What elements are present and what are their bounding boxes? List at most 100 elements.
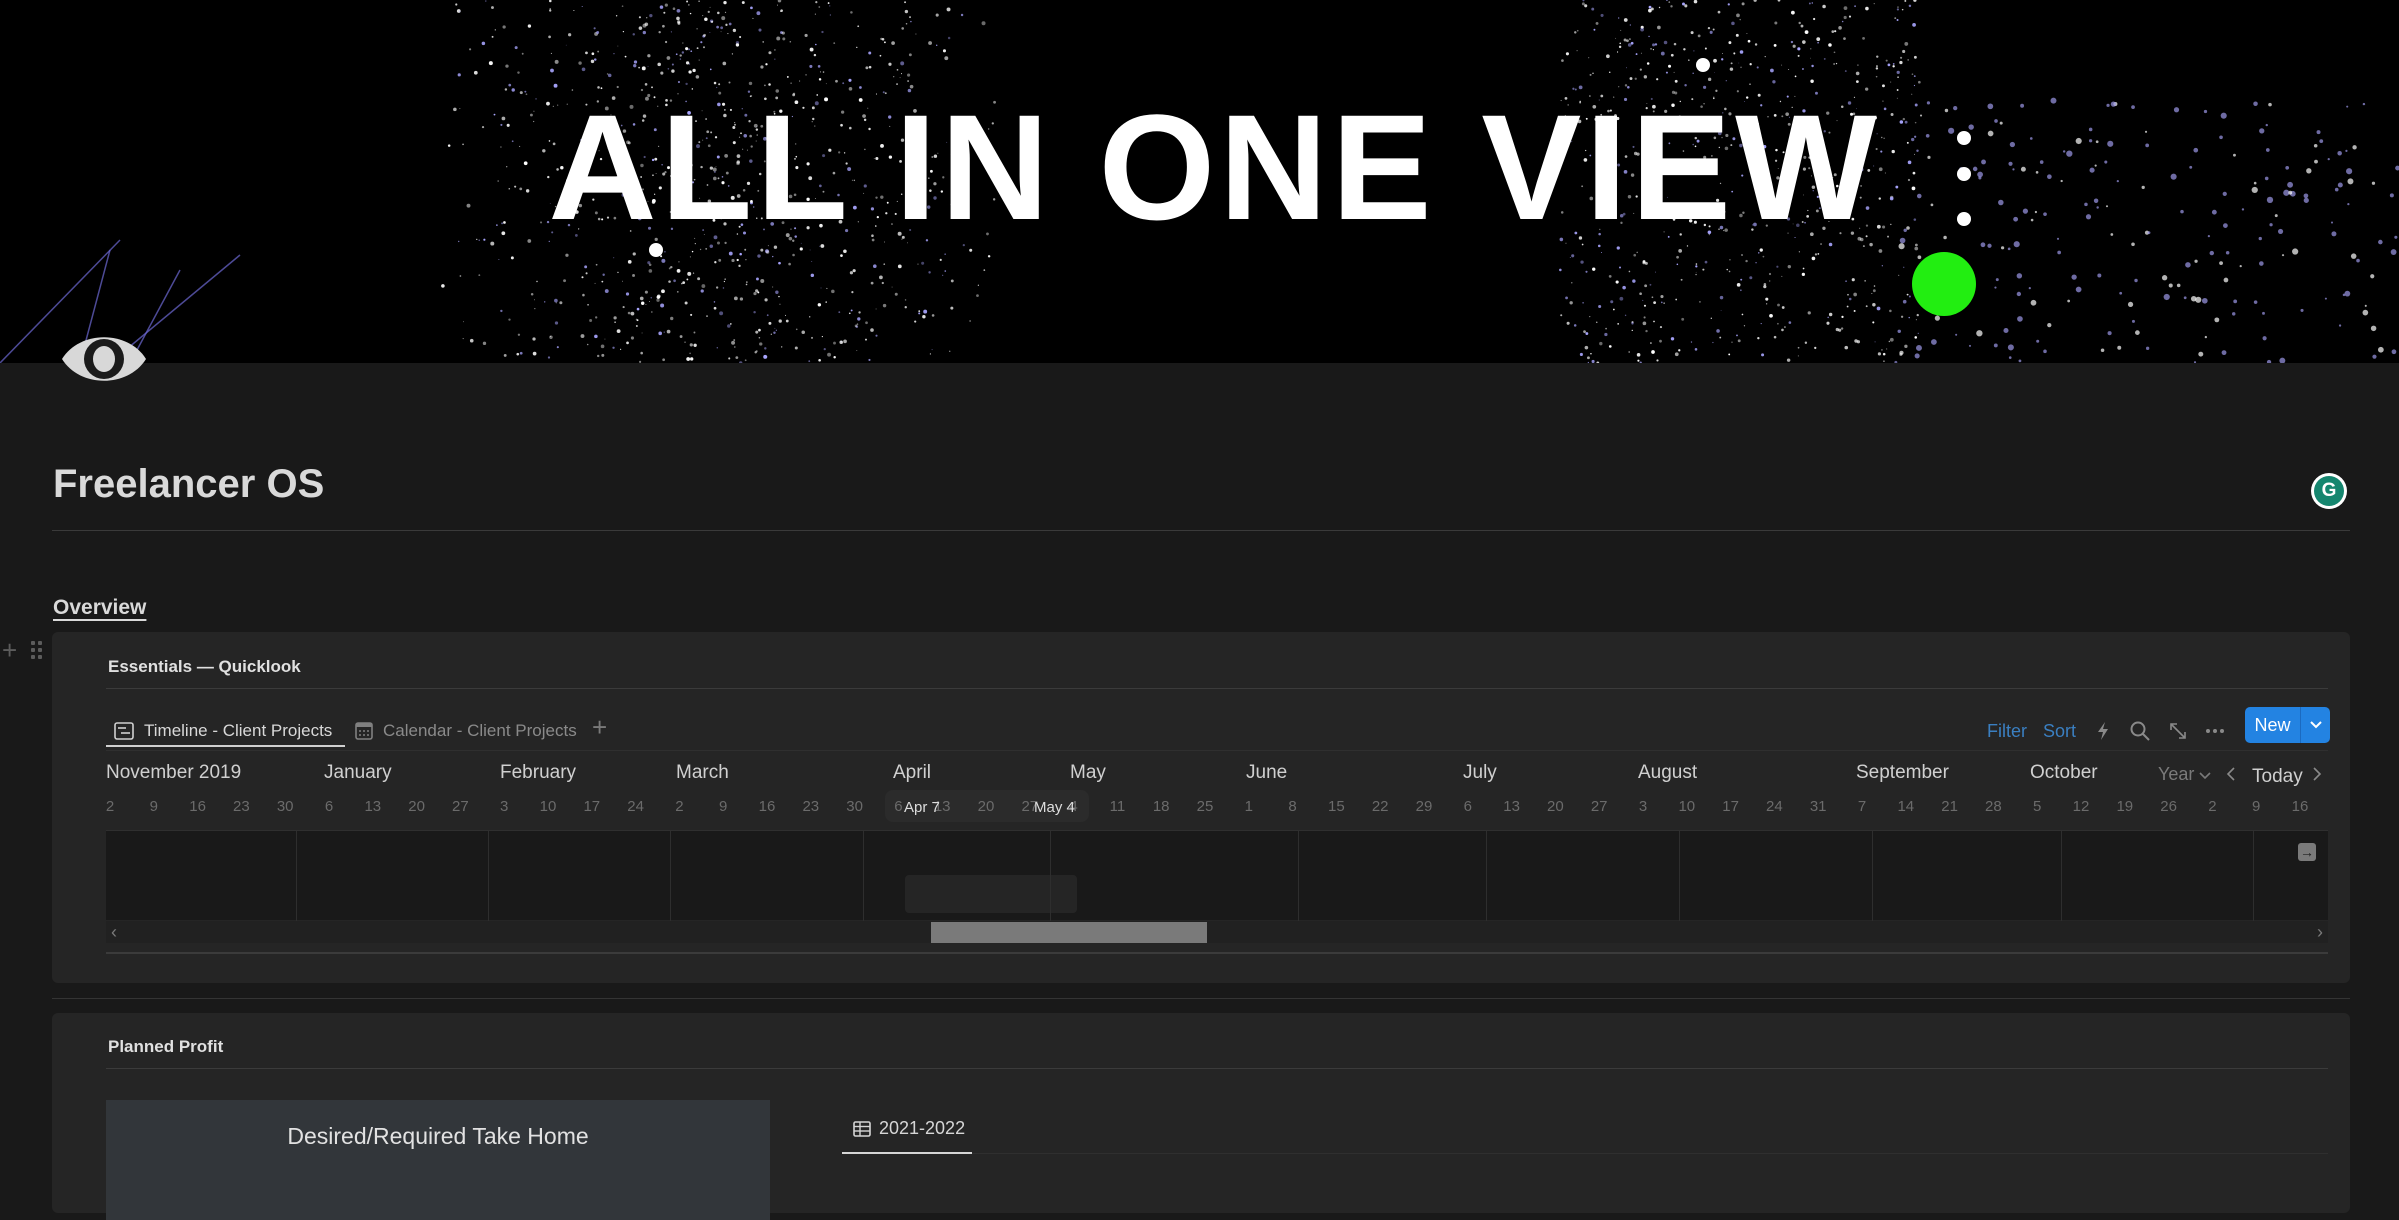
star <box>632 274 635 277</box>
tab-2021-2022[interactable]: 2021-2022 <box>853 1118 965 1139</box>
sort-button[interactable]: Sort <box>2043 721 2076 742</box>
page-title[interactable]: Freelancer OS <box>53 462 324 507</box>
star <box>2344 290 2351 297</box>
view-mode-select[interactable]: Year <box>2158 764 2211 785</box>
star <box>1582 0 1585 2</box>
star <box>723 1 727 5</box>
star <box>1788 321 1792 324</box>
star <box>1624 314 1627 317</box>
overview-heading[interactable]: Overview <box>53 596 146 620</box>
add-view-button[interactable]: + <box>592 712 607 742</box>
today-button[interactable]: Today <box>2252 766 2303 788</box>
star <box>585 51 588 55</box>
grammarly-icon[interactable]: G <box>2311 473 2347 509</box>
star <box>641 332 643 334</box>
star <box>1844 70 1847 72</box>
new-button-label[interactable]: New <box>2245 707 2301 743</box>
star <box>1596 361 1600 363</box>
previous-period-button[interactable] <box>2225 766 2237 787</box>
star <box>1739 50 1744 54</box>
add-block-icon[interactable]: + <box>2 637 17 663</box>
star <box>591 52 595 56</box>
star <box>1872 289 1876 293</box>
star <box>1569 257 1571 258</box>
star <box>731 53 734 55</box>
arrow-right-icon[interactable]: → <box>2298 843 2316 861</box>
star <box>766 314 769 317</box>
star <box>490 241 495 246</box>
star <box>1604 332 1608 337</box>
star <box>1707 77 1712 82</box>
star <box>1854 5 1856 8</box>
star <box>1719 295 1724 300</box>
star <box>947 36 951 40</box>
star <box>719 311 724 316</box>
star <box>1828 312 1833 317</box>
horizontal-scrollbar[interactable]: ‹ › <box>106 921 2328 943</box>
star <box>2370 274 2375 279</box>
filter-button[interactable]: Filter <box>1987 721 2027 742</box>
star <box>1892 65 1895 68</box>
day-tick-label: 31 <box>1809 798 1827 815</box>
star <box>2266 359 2272 363</box>
chevron-right-icon[interactable]: › <box>2317 921 2323 943</box>
eye-icon[interactable] <box>60 326 148 392</box>
star <box>1840 327 1844 330</box>
star <box>2043 349 2047 354</box>
star <box>856 350 858 351</box>
star <box>658 331 662 336</box>
star <box>1565 52 1569 56</box>
chevron-down-icon[interactable] <box>2301 707 2330 743</box>
star <box>1844 345 1849 350</box>
star <box>587 303 589 306</box>
lightning-icon[interactable] <box>2092 720 2114 742</box>
chevron-left-icon[interactable]: ‹ <box>111 921 117 943</box>
tab-timeline-client-projects[interactable]: Timeline - Client Projects <box>114 714 332 748</box>
star <box>602 273 605 276</box>
month-gridline <box>1050 831 1051 921</box>
star <box>758 328 761 332</box>
star <box>752 17 754 20</box>
drag-handle-icon[interactable] <box>31 641 43 659</box>
next-period-button[interactable] <box>2311 766 2323 787</box>
star <box>1731 341 1733 343</box>
star <box>768 321 772 325</box>
new-button[interactable]: New <box>2245 707 2330 743</box>
star <box>2364 304 2367 307</box>
star <box>1790 10 1795 15</box>
day-tick-label: 8 <box>1288 798 1297 815</box>
star <box>555 302 557 304</box>
star <box>594 334 598 339</box>
search-icon[interactable] <box>2129 720 2151 742</box>
month-label: February <box>500 762 577 783</box>
tab-calendar-client-projects[interactable]: Calendar - Client Projects <box>355 714 577 748</box>
star <box>1777 322 1779 325</box>
star <box>690 357 694 361</box>
star <box>821 30 824 34</box>
star <box>1873 285 1876 287</box>
star <box>1613 308 1615 311</box>
star <box>1622 285 1626 290</box>
star <box>848 78 852 82</box>
star <box>1659 339 1662 343</box>
calendar-icon <box>355 722 373 740</box>
star <box>931 314 935 317</box>
star <box>795 328 798 331</box>
star <box>746 281 748 283</box>
timeline-item-placeholder[interactable] <box>905 875 1077 913</box>
star <box>554 298 558 303</box>
more-icon[interactable] <box>2204 720 2226 742</box>
star <box>2107 331 2112 336</box>
star <box>1676 255 1679 259</box>
star <box>774 58 776 60</box>
star <box>1714 72 1716 73</box>
timeline-canvas[interactable]: → <box>106 830 2328 921</box>
star <box>2262 311 2265 315</box>
star <box>597 50 600 53</box>
star <box>600 344 605 349</box>
star <box>1899 60 1903 65</box>
star <box>1561 59 1564 62</box>
star <box>1800 24 1804 28</box>
scrollbar-thumb[interactable] <box>931 922 1208 943</box>
expand-icon[interactable] <box>2167 720 2189 742</box>
